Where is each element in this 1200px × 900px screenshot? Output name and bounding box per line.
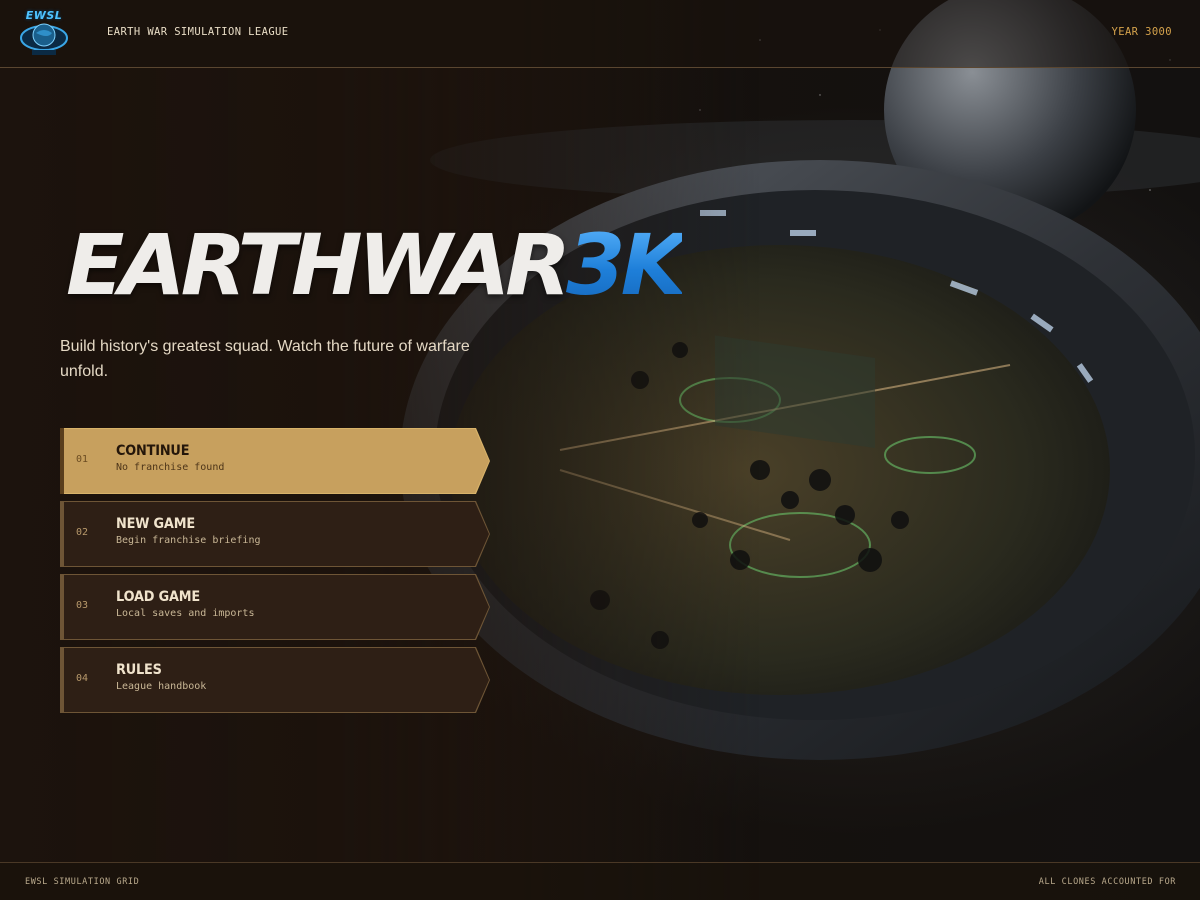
menu-item-background bbox=[61, 575, 489, 639]
game-title: EARTHWAR3K bbox=[66, 210, 687, 320]
menu-item-subtitle: League handbook bbox=[116, 681, 207, 692]
menu-item-background bbox=[61, 502, 489, 566]
menu-item-number: 01 bbox=[76, 454, 89, 465]
menu-item-number: 03 bbox=[76, 600, 89, 611]
menu-item-rules[interactable]: 04 RULES League handbook bbox=[60, 647, 490, 713]
menu-item-continue[interactable]: 01 CONTINUE No franchise found bbox=[60, 428, 490, 494]
menu-item-load-game[interactable]: 03 LOAD GAME Local saves and imports bbox=[60, 574, 490, 640]
menu-item-subtitle: No franchise found bbox=[116, 462, 225, 473]
menu-item-subtitle: Begin franchise briefing bbox=[116, 535, 261, 546]
top-bar: EWSL EARTH WAR SIMULATION LEAGUE YEAR 30… bbox=[0, 0, 1200, 68]
menu-item-title: RULES bbox=[116, 662, 162, 678]
menu-item-title: CONTINUE bbox=[116, 443, 190, 459]
title-accent: 3K bbox=[566, 216, 687, 314]
footer-left-text: EWSL SIMULATION GRID bbox=[25, 877, 140, 887]
title-main: EARTHWAR bbox=[66, 216, 571, 314]
logo-text: EWSL bbox=[25, 9, 63, 22]
menu-item-accent-bar bbox=[60, 428, 64, 494]
main-menu: 01 CONTINUE No franchise found 02 NEW GA… bbox=[60, 428, 492, 720]
menu-item-accent-bar bbox=[60, 647, 64, 713]
menu-item-new-game[interactable]: 02 NEW GAME Begin franchise briefing bbox=[60, 501, 490, 567]
year-label: YEAR 3000 bbox=[1111, 26, 1172, 38]
menu-item-number: 04 bbox=[76, 673, 89, 684]
ewsl-emblem-icon[interactable]: EWSL bbox=[18, 6, 70, 60]
menu-item-accent-bar bbox=[60, 574, 64, 640]
league-name: EARTH WAR SIMULATION LEAGUE bbox=[107, 26, 289, 38]
tagline: Build history's greatest squad. Watch th… bbox=[60, 338, 470, 380]
footer-right-text: ALL CLONES ACCOUNTED FOR bbox=[1038, 877, 1176, 887]
menu-item-subtitle: Local saves and imports bbox=[116, 608, 255, 619]
menu-item-accent-bar bbox=[60, 501, 64, 567]
menu-item-background bbox=[61, 429, 489, 493]
menu-item-title: NEW GAME bbox=[116, 516, 195, 532]
menu-item-number: 02 bbox=[76, 527, 89, 538]
footer-bar: EWSL SIMULATION GRID ALL CLONES ACCOUNTE… bbox=[0, 862, 1200, 900]
menu-item-title: LOAD GAME bbox=[116, 589, 201, 605]
menu-item-background bbox=[61, 648, 489, 712]
